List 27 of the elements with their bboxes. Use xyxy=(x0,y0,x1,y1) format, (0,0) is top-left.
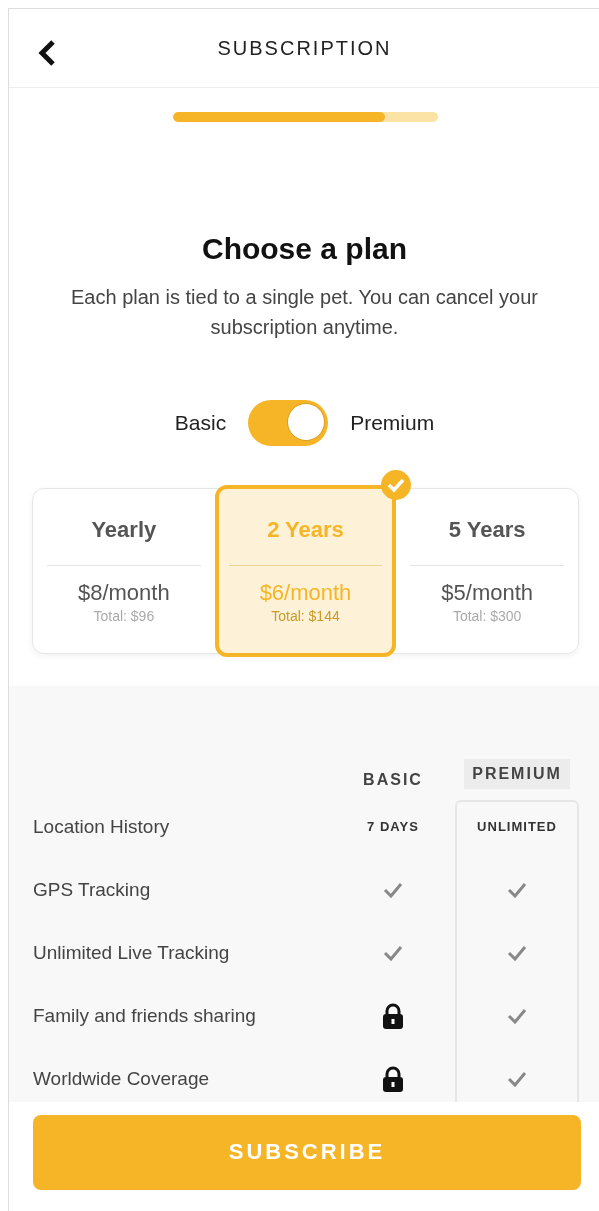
feature-label: Unlimited Live Tracking xyxy=(33,941,230,964)
lock-icon xyxy=(382,1002,404,1029)
check-icon xyxy=(383,881,403,898)
plan-option[interactable]: 5 Years $5/month Total: $300 xyxy=(396,485,578,657)
plan-toggle[interactable] xyxy=(248,400,329,446)
check-icon xyxy=(507,944,527,961)
feature-label: Worldwide Coverage xyxy=(33,1067,209,1090)
screen-title: SUBSCRIPTION xyxy=(217,36,392,60)
check-icon xyxy=(507,881,527,898)
table-cell: 7 DAYS xyxy=(367,819,419,834)
table-cell: UNLIMITED xyxy=(477,819,557,834)
back-icon[interactable] xyxy=(37,39,57,67)
toggle-label: Basic xyxy=(174,411,227,435)
feature-label: Family and friends sharing xyxy=(33,1004,256,1027)
feature-label: GPS Tracking xyxy=(33,878,151,901)
lock-icon xyxy=(382,1065,404,1092)
plan-option[interactable]: Yearly $8/month Total: $96 xyxy=(33,485,215,657)
column-header: BASIC xyxy=(363,771,423,789)
check-icon xyxy=(507,1070,527,1087)
heading: Choose a plan xyxy=(200,232,408,266)
check-icon xyxy=(507,1007,527,1024)
column-header: PREMIUM xyxy=(464,759,570,789)
check-icon xyxy=(383,944,403,961)
toggle-label: Premium xyxy=(350,411,435,435)
feature-label: Location History xyxy=(33,815,170,838)
subtitle: Each plan is tied to a single pet. You can cancel your subscription anytime. xyxy=(70,285,539,340)
check-badge-icon xyxy=(380,469,413,501)
